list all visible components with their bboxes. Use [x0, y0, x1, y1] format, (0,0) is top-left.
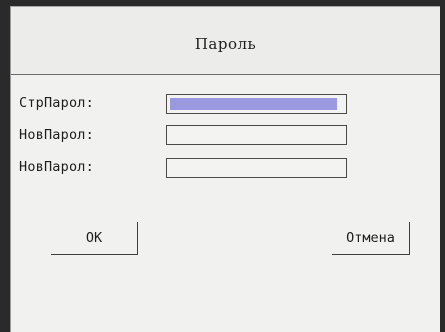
dialog-title: Пароль: [194, 35, 257, 53]
field-selection-highlight: [170, 98, 337, 110]
new-password-field[interactable]: [166, 125, 347, 145]
confirm-password-field[interactable]: [166, 158, 347, 178]
password-dialog: Пароль СтрПарол: НовПарол: НовПарол: OK …: [10, 6, 440, 332]
dialog-title-bar: Пароль: [11, 7, 440, 75]
confirm-password-label: НовПарол:: [19, 159, 94, 175]
old-password-label: СтрПарол:: [19, 95, 94, 111]
new-password-label: НовПарол:: [19, 127, 94, 143]
ok-button[interactable]: OK: [51, 222, 138, 255]
cancel-button[interactable]: Отмена: [332, 222, 410, 255]
old-password-field[interactable]: [166, 94, 347, 114]
